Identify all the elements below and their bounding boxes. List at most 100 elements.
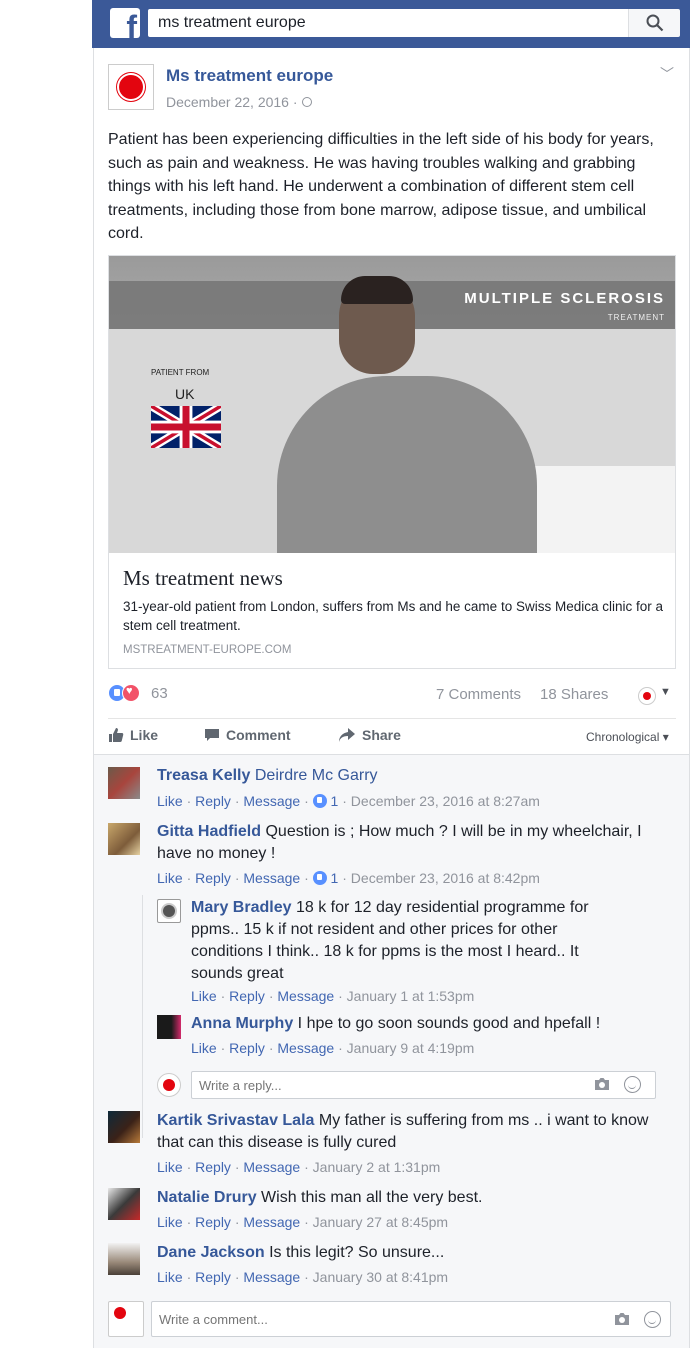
comment-meta: Like · Reply · Message · January 27 at 8… bbox=[157, 1214, 449, 1230]
reaction-count[interactable]: 63 bbox=[151, 685, 168, 702]
reply-like-link[interactable]: Like bbox=[191, 1040, 217, 1056]
reply-author[interactable]: Mary Bradley bbox=[191, 899, 292, 916]
reply-reply-link[interactable]: Reply bbox=[229, 988, 265, 1004]
thumb-icon bbox=[312, 871, 327, 885]
comment-order-dropdown[interactable]: Chronological ▾ bbox=[586, 730, 669, 744]
comment-time[interactable]: January 2 at 1:31pm bbox=[313, 1159, 441, 1175]
share-button[interactable]: Share bbox=[338, 727, 401, 743]
commenter-name[interactable]: Natalie Drury bbox=[157, 1189, 257, 1206]
tagged-user[interactable]: Deirdre Mc Garry bbox=[255, 767, 378, 784]
reply-input-box[interactable] bbox=[191, 1071, 656, 1099]
reply-avatar[interactable] bbox=[157, 899, 181, 923]
caret-down-icon[interactable]: ▼ bbox=[660, 686, 671, 698]
comments-count[interactable]: 7 Comments bbox=[436, 686, 521, 703]
reply-input[interactable] bbox=[192, 1072, 582, 1098]
link-title[interactable]: Ms treatment news bbox=[123, 566, 283, 591]
reply-text: Anna Murphy I hpe to go soon sounds good… bbox=[191, 1013, 661, 1035]
comment-like-link[interactable]: Like bbox=[157, 793, 183, 809]
like-label: Like bbox=[130, 727, 159, 743]
comment-message-link[interactable]: Message bbox=[243, 1269, 300, 1285]
love-reaction-icon bbox=[122, 684, 140, 702]
comment-body: Wish this man all the very best. bbox=[261, 1189, 483, 1206]
emoji-icon[interactable] bbox=[624, 1076, 641, 1093]
commenter-name[interactable]: Dane Jackson bbox=[157, 1244, 265, 1261]
comment-meta: Like · Reply · Message · January 30 at 8… bbox=[157, 1269, 449, 1285]
facebook-logo-icon[interactable]: f bbox=[110, 8, 140, 38]
reply-message-link[interactable]: Message bbox=[277, 988, 334, 1004]
camera-icon[interactable] bbox=[594, 1077, 610, 1091]
comment-reply-link[interactable]: Reply bbox=[195, 1269, 231, 1285]
search-input[interactable] bbox=[148, 9, 628, 37]
reply-like-link[interactable]: Like bbox=[191, 988, 217, 1004]
post-date[interactable]: December 22, 2016 · bbox=[166, 94, 312, 110]
commenter-avatar[interactable] bbox=[108, 1111, 140, 1143]
comment-text: Treasa Kelly Deirdre Mc Garry bbox=[157, 765, 677, 787]
comment-like-link[interactable]: Like bbox=[157, 1214, 183, 1230]
post-date-text[interactable]: December 22, 2016 · bbox=[166, 94, 298, 110]
shares-count[interactable]: 18 Shares bbox=[540, 686, 608, 703]
link-domain: MSTREATMENT-EUROPE.COM bbox=[123, 644, 292, 656]
comment-input-box[interactable] bbox=[151, 1301, 671, 1337]
comment-message-link[interactable]: Message bbox=[243, 1159, 300, 1175]
like-button[interactable]: Like bbox=[108, 727, 158, 743]
comment-time[interactable]: December 23, 2016 at 8:27am bbox=[351, 793, 540, 809]
image-patient-from: PATIENT FROM bbox=[151, 368, 210, 377]
commenter-avatar[interactable] bbox=[108, 1188, 140, 1220]
post-author[interactable]: Ms treatment europe bbox=[166, 66, 333, 86]
share-icon bbox=[339, 728, 355, 742]
reply-body: I hpe to go soon sounds good and hpefall… bbox=[297, 1015, 601, 1032]
comment-meta: Like · Reply · Message · January 2 at 1:… bbox=[157, 1159, 441, 1175]
comment-button[interactable]: Comment bbox=[204, 727, 291, 743]
image-title: MULTIPLE SCLEROSIS bbox=[464, 290, 665, 307]
comment-message-link[interactable]: Message bbox=[243, 1214, 300, 1230]
page-avatar[interactable] bbox=[108, 64, 154, 110]
link-preview-image[interactable]: MULTIPLE SCLEROSIS TREATMENT PATIENT FRO… bbox=[109, 256, 675, 553]
post-options-chevron-icon[interactable]: ﹀ bbox=[660, 64, 674, 84]
comment-like-link[interactable]: Like bbox=[157, 870, 183, 886]
reply-thread-line bbox=[142, 895, 143, 1138]
comment-reply-link[interactable]: Reply bbox=[195, 793, 231, 809]
post-text: Patient has been experiencing difficulti… bbox=[108, 131, 654, 242]
emoji-icon[interactable] bbox=[644, 1311, 661, 1328]
comment-time[interactable]: December 23, 2016 at 8:42pm bbox=[351, 870, 540, 886]
reply-time[interactable]: January 1 at 1:53pm bbox=[347, 988, 475, 1004]
comment-icon bbox=[205, 729, 219, 741]
reply-meta: Like · Reply · Message · January 9 at 4:… bbox=[191, 1040, 475, 1056]
commenter-avatar[interactable] bbox=[108, 1243, 140, 1275]
image-country: UK bbox=[175, 386, 195, 402]
link-preview[interactable]: MULTIPLE SCLEROSIS TREATMENT PATIENT FRO… bbox=[108, 255, 676, 669]
reply-author[interactable]: Anna Murphy bbox=[191, 1015, 293, 1032]
commenter-name[interactable]: Gitta Hadfield bbox=[157, 823, 261, 840]
comment-input[interactable] bbox=[152, 1302, 592, 1336]
comment-reply-link[interactable]: Reply bbox=[195, 1159, 231, 1175]
reply-avatar[interactable] bbox=[157, 1015, 181, 1039]
reply-reply-link[interactable]: Reply bbox=[229, 1040, 265, 1056]
comment-text: Kartik Srivastav Lala My father is suffe… bbox=[157, 1110, 657, 1154]
comment-message-link[interactable]: Message bbox=[243, 870, 300, 886]
comment-reply-link[interactable]: Reply bbox=[195, 1214, 231, 1230]
top-bar: f bbox=[92, 0, 690, 48]
commenter-name[interactable]: Treasa Kelly bbox=[157, 767, 250, 784]
comment-like-link[interactable]: Like bbox=[157, 1159, 183, 1175]
page-mini-avatar[interactable] bbox=[638, 687, 656, 705]
reply-time[interactable]: January 9 at 4:19pm bbox=[347, 1040, 475, 1056]
comment-message-link[interactable]: Message bbox=[243, 793, 300, 809]
camera-icon[interactable] bbox=[614, 1312, 630, 1326]
commenter-avatar[interactable] bbox=[108, 823, 140, 855]
comment-text: Gitta Hadfield Question is ; How much ? … bbox=[157, 821, 657, 865]
reply-message-link[interactable]: Message bbox=[277, 1040, 334, 1056]
search-button[interactable] bbox=[628, 9, 680, 37]
comment-time[interactable]: January 30 at 8:41pm bbox=[313, 1269, 448, 1285]
globe-icon bbox=[301, 97, 312, 107]
uk-flag-icon bbox=[151, 406, 221, 448]
comment-like-link[interactable]: Like bbox=[157, 1269, 183, 1285]
search-box[interactable] bbox=[148, 9, 628, 37]
comment-like-count[interactable]: 1 bbox=[331, 870, 339, 886]
comment-like-count[interactable]: 1 bbox=[331, 793, 339, 809]
commenter-name[interactable]: Kartik Srivastav Lala bbox=[157, 1112, 314, 1129]
commenter-avatar[interactable] bbox=[108, 767, 140, 799]
reply-input-avatar bbox=[157, 1073, 181, 1097]
comment-reply-link[interactable]: Reply bbox=[195, 870, 231, 886]
post-card: Ms treatment europe December 22, 2016 · … bbox=[93, 48, 690, 1348]
comment-time[interactable]: January 27 at 8:45pm bbox=[313, 1214, 448, 1230]
